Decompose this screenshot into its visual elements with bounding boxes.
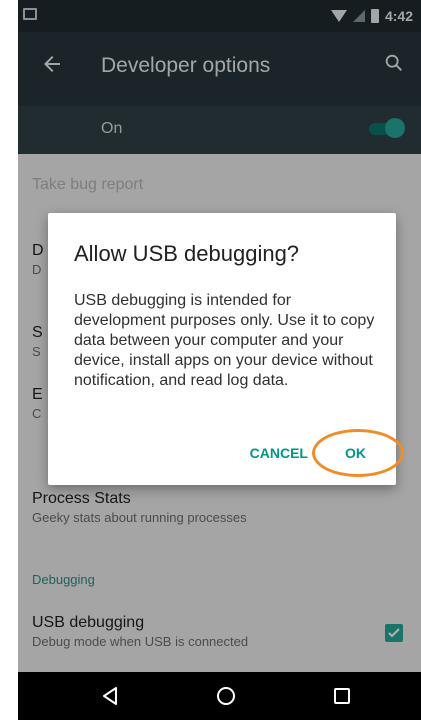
dialog-message: USB debugging is intended for developmen… (74, 292, 375, 389)
usb-debugging-dialog: Allow USB debugging? USB debugging is in… (48, 213, 396, 485)
nav-back-icon[interactable] (98, 684, 122, 708)
ok-button[interactable]: OK (345, 445, 366, 461)
cancel-button[interactable]: CANCEL (250, 445, 308, 461)
nav-home-icon[interactable] (214, 684, 238, 708)
navigation-bar (18, 672, 421, 720)
nav-recents-icon[interactable] (330, 684, 354, 708)
android-screen: 4:42 Developer options On Take bug repor… (18, 0, 421, 720)
dialog-title: Allow USB debugging? (74, 241, 300, 266)
